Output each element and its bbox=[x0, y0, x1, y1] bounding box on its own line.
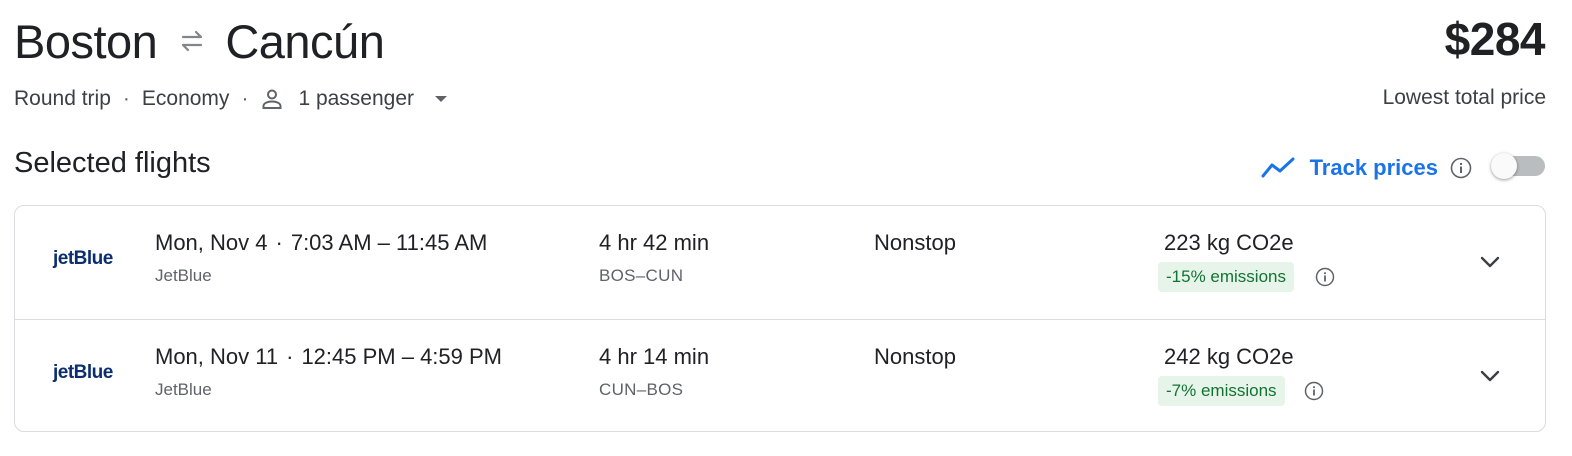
route-title: Boston Cancún bbox=[14, 12, 385, 70]
destination-city: Cancún bbox=[225, 14, 385, 68]
origin-city: Boston bbox=[14, 14, 158, 68]
trip-type: Round trip bbox=[14, 87, 111, 110]
track-prices-label[interactable]: Track prices bbox=[1310, 155, 1438, 181]
passenger-selector[interactable]: 1 passenger bbox=[260, 87, 448, 111]
co2-emissions: 242 kg CO2e bbox=[1164, 344, 1294, 369]
separator-dot: · bbox=[122, 87, 130, 110]
trending-chart-icon bbox=[1260, 156, 1296, 180]
info-icon[interactable] bbox=[1315, 267, 1335, 287]
section-title: Selected flights bbox=[14, 147, 211, 179]
chevron-down-icon[interactable] bbox=[1478, 250, 1502, 274]
time-range: 12:45 PM – 4:59 PM bbox=[301, 344, 502, 369]
co2-emissions: 223 kg CO2e bbox=[1164, 230, 1294, 255]
flight-date: Mon, Nov 4 bbox=[155, 230, 268, 255]
flight-date: Mon, Nov 11 bbox=[155, 344, 279, 369]
flight-stops: Nonstop bbox=[874, 344, 956, 369]
flight-route: BOS–CUN bbox=[599, 266, 684, 285]
toggle-knob bbox=[1491, 153, 1517, 179]
separator-dot: · bbox=[241, 87, 249, 110]
flight-row[interactable]: jetBlue Mon, Nov 4 · 7:03 AM – 11:45 AM Je… bbox=[15, 206, 1545, 319]
info-icon[interactable] bbox=[1450, 157, 1472, 179]
emissions-badge: -7% emissions bbox=[1158, 376, 1285, 406]
time-range: 7:03 AM – 11:45 AM bbox=[290, 230, 488, 255]
cabin-class: Economy bbox=[141, 87, 230, 110]
flight-route: CUN–BOS bbox=[599, 380, 684, 399]
flight-row[interactable]: jetBlue Mon, Nov 11 · 12:45 PM – 4:59 PM J… bbox=[15, 319, 1545, 431]
info-icon[interactable] bbox=[1304, 381, 1324, 401]
airline-logo: jetBlue bbox=[53, 362, 113, 383]
passenger-count: 1 passenger bbox=[298, 87, 415, 110]
swap-arrows-icon bbox=[175, 26, 209, 56]
flight-times: Mon, Nov 11 · 12:45 PM – 4:59 PM bbox=[155, 344, 502, 370]
selected-flights-card: jetBlue Mon, Nov 4 · 7:03 AM – 11:45 AM Je… bbox=[14, 205, 1546, 432]
flight-duration: 4 hr 42 min bbox=[599, 230, 710, 255]
chevron-down-icon[interactable] bbox=[1478, 364, 1502, 388]
separator-dot: · bbox=[286, 344, 294, 369]
flight-stops: Nonstop bbox=[874, 230, 956, 255]
lowest-price-label: Lowest total price bbox=[1382, 86, 1546, 109]
dropdown-arrow-icon bbox=[434, 94, 448, 104]
track-prices-toggle[interactable] bbox=[1491, 153, 1545, 179]
person-icon bbox=[260, 87, 284, 111]
trip-options: Round trip · Economy · 1 passenger bbox=[14, 84, 448, 114]
track-prices[interactable]: Track prices bbox=[1260, 152, 1472, 184]
airline-name: JetBlue bbox=[155, 266, 212, 285]
separator-dot: · bbox=[275, 230, 283, 255]
emissions-badge: -15% emissions bbox=[1158, 262, 1294, 292]
lowest-price: $284 bbox=[1444, 13, 1546, 65]
airline-name: JetBlue bbox=[155, 380, 212, 399]
flight-duration: 4 hr 14 min bbox=[599, 344, 710, 369]
airline-logo: jetBlue bbox=[53, 248, 113, 269]
flight-times: Mon, Nov 4 · 7:03 AM – 11:45 AM bbox=[155, 230, 487, 256]
